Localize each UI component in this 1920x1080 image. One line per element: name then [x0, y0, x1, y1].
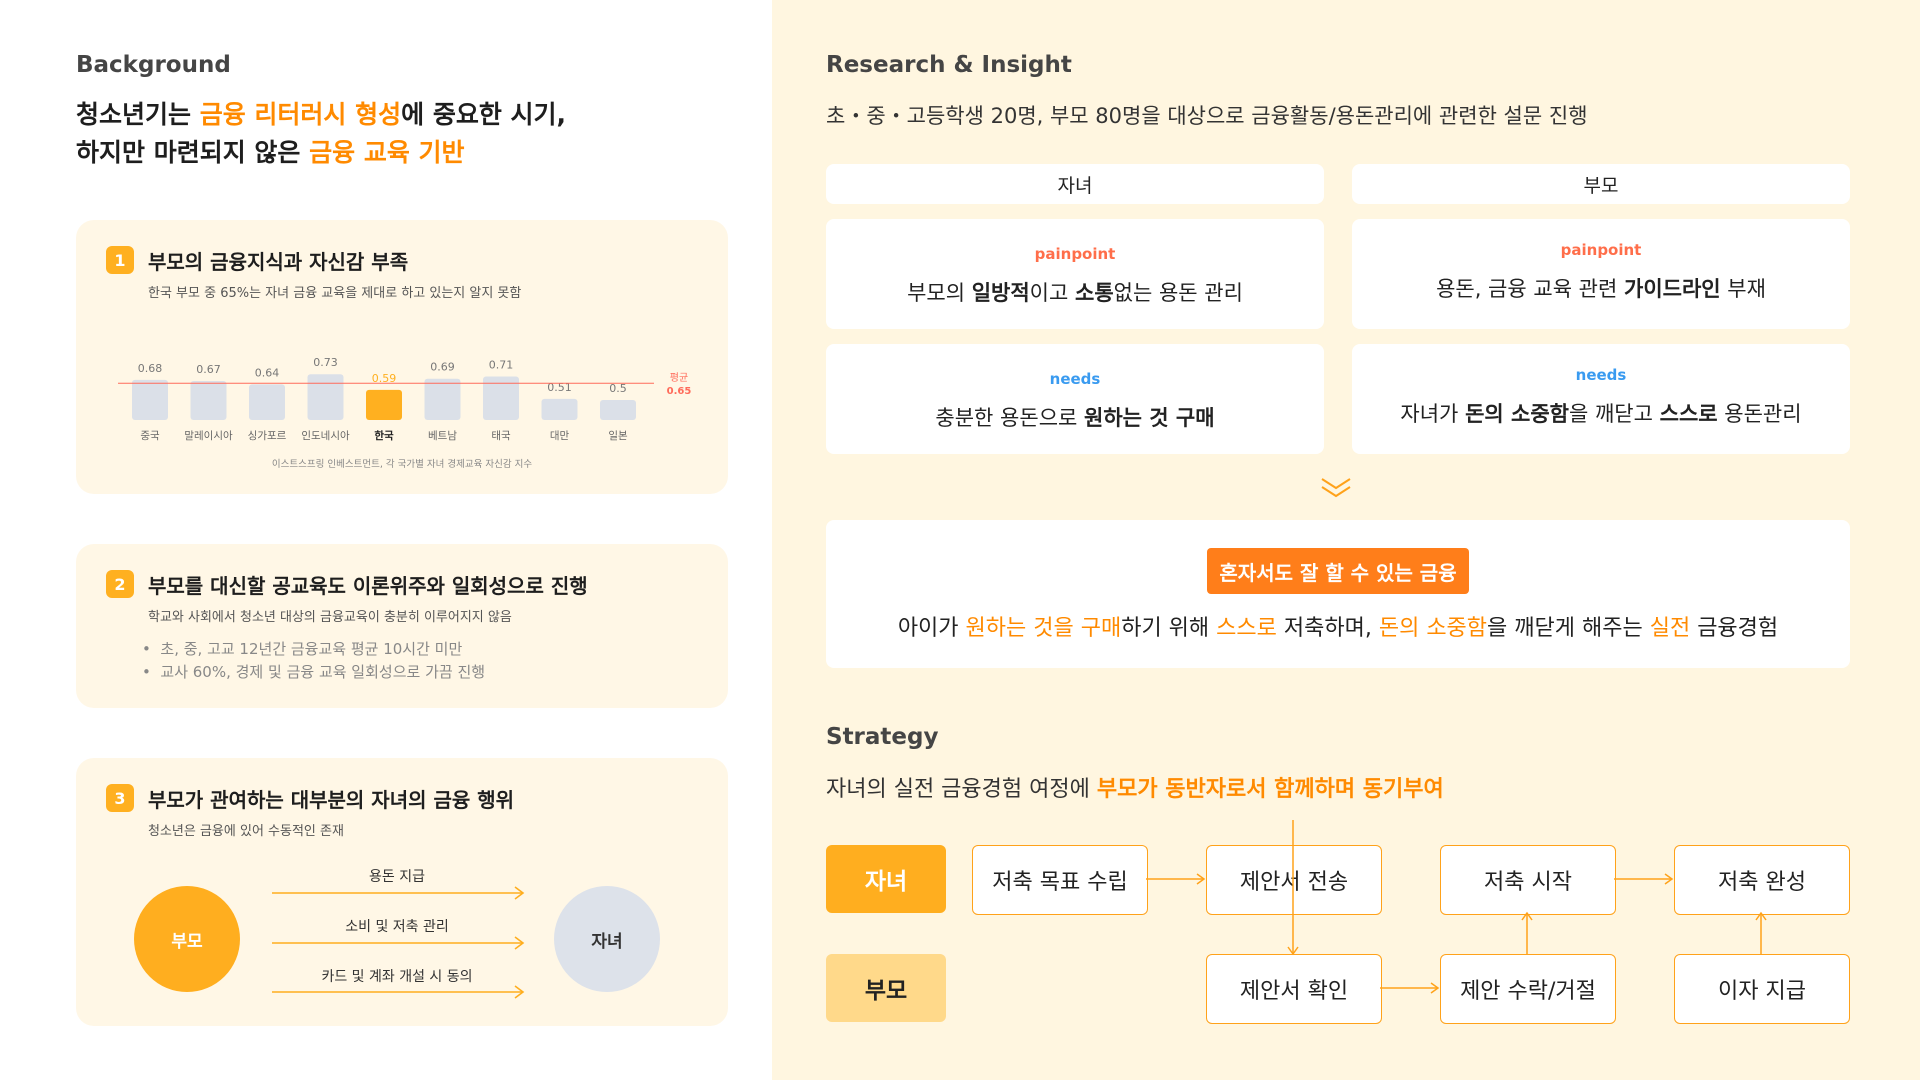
average-value-label: 0.65	[667, 386, 692, 397]
text-bold: 소통	[1075, 281, 1114, 305]
research-summary: 초・중・고등학생 20명, 부모 80명을 대상으로 금융활동/용돈관리에 관련…	[826, 104, 1588, 128]
insight-text: 아이가 원하는 것을 구매하기 위해 스스로 저축하며, 돈의 소중함을 깨닫게…	[826, 610, 1850, 642]
headline-text: 에 중요한 시기,	[401, 100, 567, 129]
child-painpoint-text: 부모의 일방적이고 소통없는 용돈 관리	[826, 277, 1324, 307]
parent-needs-text: 자녀가 돈의 소중함을 깨닫고 스스로 용돈관리	[1352, 398, 1850, 428]
text: 부재	[1720, 277, 1766, 301]
child-header-label: 자녀	[1057, 174, 1093, 197]
text-bold: 스스로	[1659, 402, 1718, 426]
bar-category-label: 말레이시아	[184, 430, 233, 442]
insight-box: 혼자서도 잘 할 수 있는 금융 아이가 원하는 것을 구매하기 위해 스스로 …	[826, 520, 1850, 668]
text: 자녀가	[1400, 402, 1466, 426]
text-highlight: 스스로	[1216, 616, 1277, 641]
strategy-section-label: Strategy	[826, 724, 939, 750]
average-label: 평균	[670, 372, 688, 384]
background-section-label: Background	[76, 52, 231, 78]
bar-value-label: 0.69	[430, 361, 455, 374]
bar-value-label: 0.67	[196, 363, 221, 376]
headline-text: 하지만 마련되지 않은	[76, 138, 310, 167]
double-chevron-down-icon	[1321, 478, 1351, 498]
headline-highlight: 금융 리터러시 형성	[199, 100, 402, 129]
text-bold: 돈의 소중함	[1465, 402, 1569, 426]
child-painpoint-box: painpoint 부모의 일방적이고 소통없는 용돈 관리	[826, 219, 1324, 329]
text-highlight: 실전	[1649, 616, 1691, 641]
card-title: 부모를 대신할 공교육도 이론위주와 일회성으로 진행	[148, 574, 588, 598]
text: 금융경험	[1690, 616, 1779, 641]
parent-painpoint-box: painpoint 용돈, 금융 교육 관련 가이드라인 부재	[1352, 219, 1850, 329]
text: 을 깨닫게 해주는	[1487, 616, 1650, 641]
bullet-item: • 교사 60%, 경제 및 금융 교육 일회성으로 가끔 진행	[142, 663, 486, 681]
text: 자녀의 실전 금융경험 여정에	[826, 777, 1097, 802]
bullet-text: 교사 60%, 경제 및 금융 교육 일회성으로 가끔 진행	[160, 663, 486, 681]
confidence-bar-chart: 0.68중국0.67말레이시아0.64싱가포르0.73인도네시아0.59한국0.…	[118, 356, 692, 442]
card-public-education: 2 부모를 대신할 공교육도 이론위주와 일회성으로 진행 학교와 사회에서 청…	[76, 544, 728, 708]
parent-painpoint-text: 용돈, 금융 교육 관련 가이드라인 부재	[1352, 273, 1850, 303]
flow-arrows	[272, 886, 525, 999]
text: 없는 용돈 관리	[1113, 281, 1243, 305]
chart-source: 이스트스프링 인베스트먼트, 각 국가별 자녀 경제교육 자신감 지수	[271, 459, 533, 470]
bar-category-label: 태국	[491, 430, 511, 442]
painpoint-label: painpoint	[1034, 245, 1116, 263]
text: 용돈관리	[1717, 402, 1802, 426]
strategy-lead: 자녀의 실전 금융경험 여정에 부모가 동반자로서 함께하며 동기부여	[826, 771, 1444, 803]
text-bold: 일방적	[971, 281, 1030, 305]
bar-value-label: 0.71	[489, 358, 514, 371]
bar-category-label: 한국	[374, 429, 394, 442]
chart-bar	[307, 374, 344, 420]
parent-needs-box: needs 자녀가 돈의 소중함을 깨닫고 스스로 용돈관리	[1352, 344, 1850, 454]
text-highlight: 돈의 소중함	[1378, 616, 1488, 641]
child-needs-text: 충분한 용돈으로 원하는 것 구매	[826, 402, 1324, 432]
bar-category-label: 대만	[550, 430, 570, 442]
bar-value-label: 0.5	[609, 382, 627, 395]
chart-bar	[132, 379, 168, 420]
needs-label: needs	[1575, 366, 1627, 384]
bar-category-label: 베트남	[428, 430, 457, 442]
card-number-badge: 2	[106, 570, 134, 598]
bar-category-label: 인도네시아	[301, 430, 350, 442]
card-parent-involvement: 3 부모가 관여하는 대부분의 자녀의 금융 행위 청소년은 금융에 있어 수동…	[76, 758, 728, 1026]
chart-bar	[424, 378, 461, 420]
bar-category-label: 싱가포르	[248, 430, 287, 442]
parent-column-header: 부모	[1352, 164, 1850, 204]
chart-bar	[600, 400, 636, 420]
chart-bar	[366, 389, 402, 420]
text: 이고	[1029, 281, 1075, 305]
text: 하기 위해	[1121, 616, 1217, 641]
strategy-flow-arrows	[1146, 820, 1767, 994]
child-column-header: 자녀	[826, 164, 1324, 204]
chart-bar	[249, 384, 285, 420]
bar-value-label: 0.68	[138, 362, 163, 375]
text: 저축하며,	[1276, 616, 1379, 641]
headline-highlight: 금융 교육 기반	[309, 138, 465, 167]
bullet-item: • 초, 중, 고교 12년간 금융교육 평균 10시간 미만	[142, 640, 463, 658]
text: 부모의	[907, 281, 972, 305]
text: 아이가	[897, 616, 966, 641]
bullet-text: 초, 중, 고교 12년간 금융교육 평균 10시간 미만	[160, 640, 463, 658]
text-highlight: 원하는 것을 구매	[965, 616, 1122, 641]
painpoint-label: painpoint	[1560, 241, 1642, 259]
card-subtitle: 학교와 사회에서 청소년 대상의 금융교육이 충분히 이루어지지 않음	[148, 610, 512, 625]
text-bold: 가이드라인	[1624, 277, 1721, 301]
needs-label: needs	[1049, 370, 1101, 388]
bar-value-label: 0.73	[313, 356, 338, 369]
text: 용돈, 금융 교육 관련	[1436, 277, 1624, 301]
chart-bar	[190, 380, 227, 420]
chart-bar	[541, 398, 578, 420]
bar-category-label: 일본	[608, 429, 628, 442]
text: 을 깨닫고	[1568, 402, 1660, 426]
bar-category-label: 중국	[140, 430, 160, 442]
child-needs-box: needs 충분한 용돈으로 원하는 것 구매	[826, 344, 1324, 454]
bar-value-label: 0.64	[255, 366, 280, 379]
insight-tag: 혼자서도 잘 할 수 있는 금융	[1207, 548, 1469, 594]
text-highlight: 부모가 동반자로서 함께하며 동기부여	[1096, 777, 1444, 802]
research-section-label: Research & Insight	[826, 52, 1072, 78]
text: 충분한 용돈으로	[935, 406, 1085, 430]
parent-header-label: 부모	[1583, 174, 1619, 197]
headline-text: 청소년기는	[76, 100, 200, 129]
background-headline: 청소년기는 금융 리터러시 형성에 중요한 시기, 하지만 마련되지 않은 금융…	[76, 96, 566, 172]
card-parent-confidence: 1 부모의 금융지식과 자신감 부족 한국 부모 중 65%는 자녀 금융 교육…	[76, 220, 728, 494]
text-bold: 원하는 것 구매	[1084, 406, 1215, 430]
